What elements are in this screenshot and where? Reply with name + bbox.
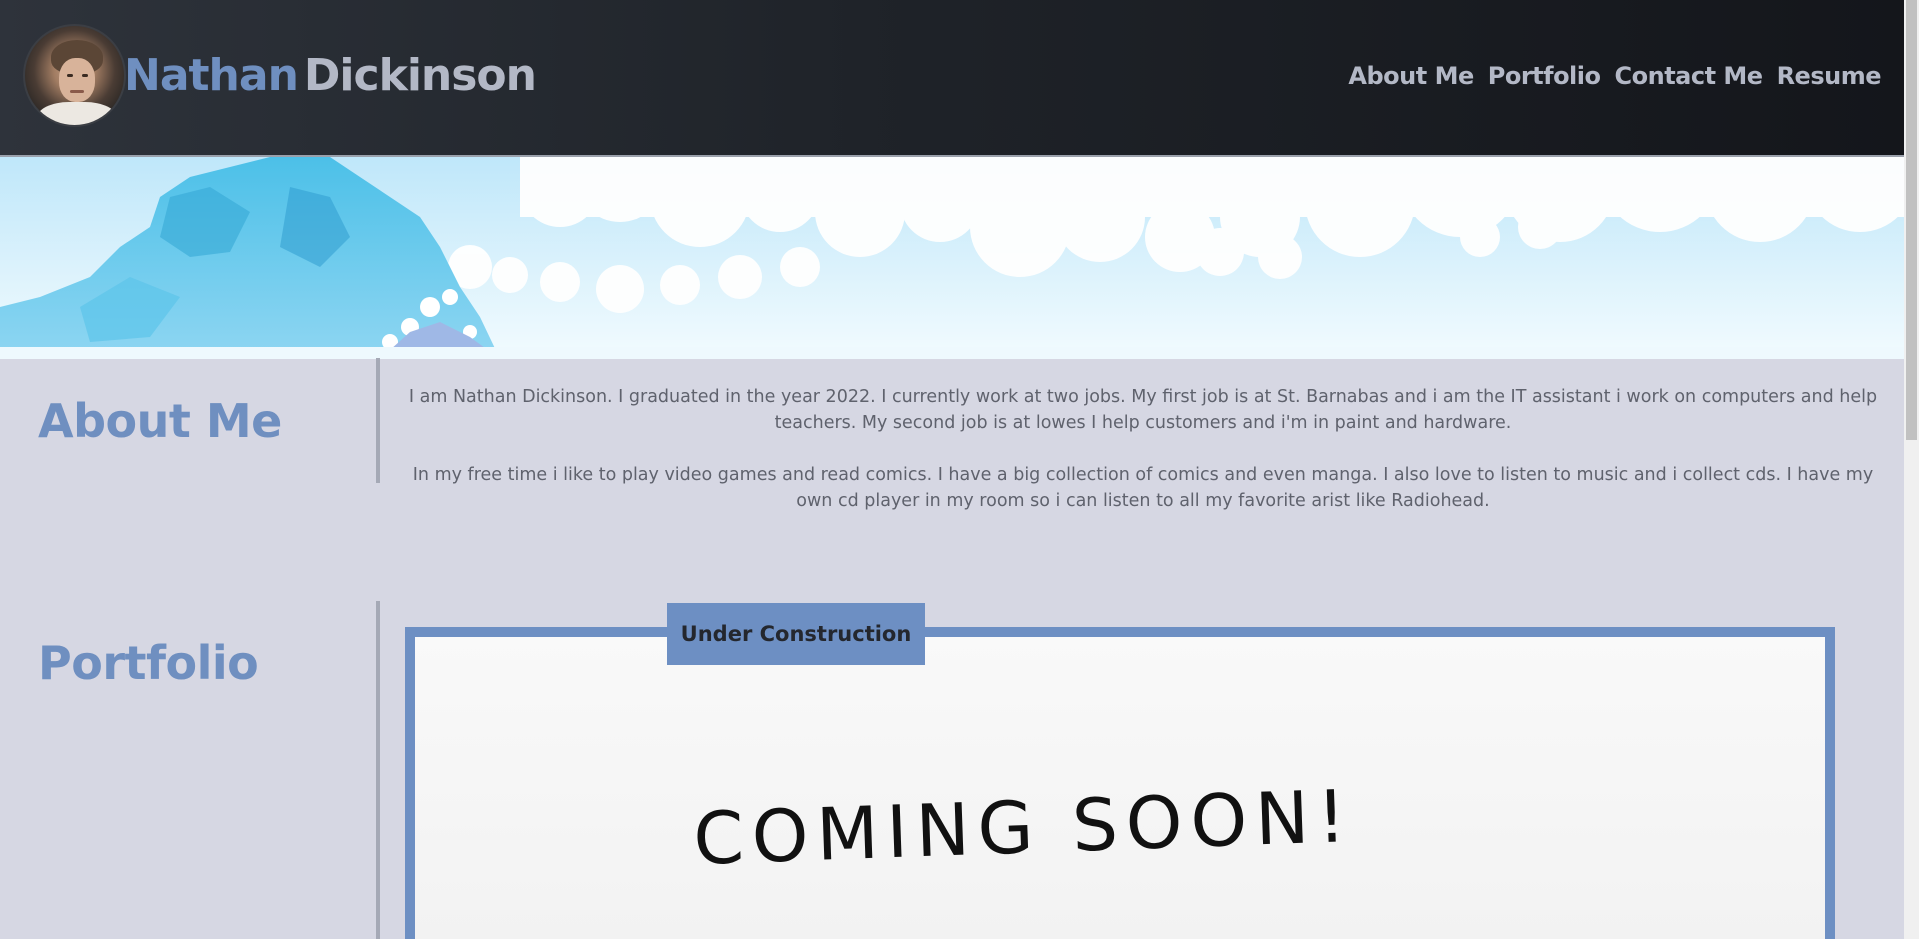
about-paragraph-1: I am Nathan Dickinson. I graduated in th… bbox=[408, 387, 1878, 433]
about-me-text: I am Nathan Dickinson. I graduated in th… bbox=[400, 384, 1886, 514]
about-paragraph-2: In my free time i like to play video gam… bbox=[412, 465, 1874, 511]
main-nav: About Me Portfolio Contact Me Resume bbox=[1348, 62, 1881, 90]
under-construction-badge: Under Construction bbox=[667, 603, 925, 665]
portfolio-divider bbox=[376, 601, 380, 939]
scrollbar-thumb[interactable] bbox=[1906, 0, 1917, 440]
about-me-heading: About Me bbox=[38, 394, 282, 448]
about-divider bbox=[376, 358, 380, 483]
name-first: Nathan bbox=[124, 50, 299, 101]
portfolio-heading: Portfolio bbox=[38, 636, 259, 690]
hero-banner bbox=[0, 157, 1904, 359]
page: Nathan Dickinson About Me Portfolio Conta… bbox=[0, 0, 1904, 939]
site-title[interactable]: Nathan Dickinson bbox=[124, 50, 537, 110]
nav-about-me[interactable]: About Me bbox=[1348, 62, 1474, 90]
coming-soon-text: COMING SOON! bbox=[692, 773, 1356, 881]
nav-portfolio[interactable]: Portfolio bbox=[1488, 62, 1601, 90]
coming-soon-image: COMING SOON! bbox=[415, 637, 1825, 939]
page-scrollbar[interactable] bbox=[1904, 0, 1919, 939]
sky-illustration bbox=[0, 157, 1904, 359]
nav-contact-me[interactable]: Contact Me bbox=[1615, 62, 1764, 90]
portfolio-project-card[interactable]: COMING SOON! bbox=[405, 627, 1835, 939]
nav-resume[interactable]: Resume bbox=[1777, 62, 1882, 90]
name-last: Dickinson bbox=[303, 50, 537, 101]
site-header: Nathan Dickinson About Me Portfolio Conta… bbox=[0, 0, 1904, 157]
avatar bbox=[23, 24, 126, 127]
